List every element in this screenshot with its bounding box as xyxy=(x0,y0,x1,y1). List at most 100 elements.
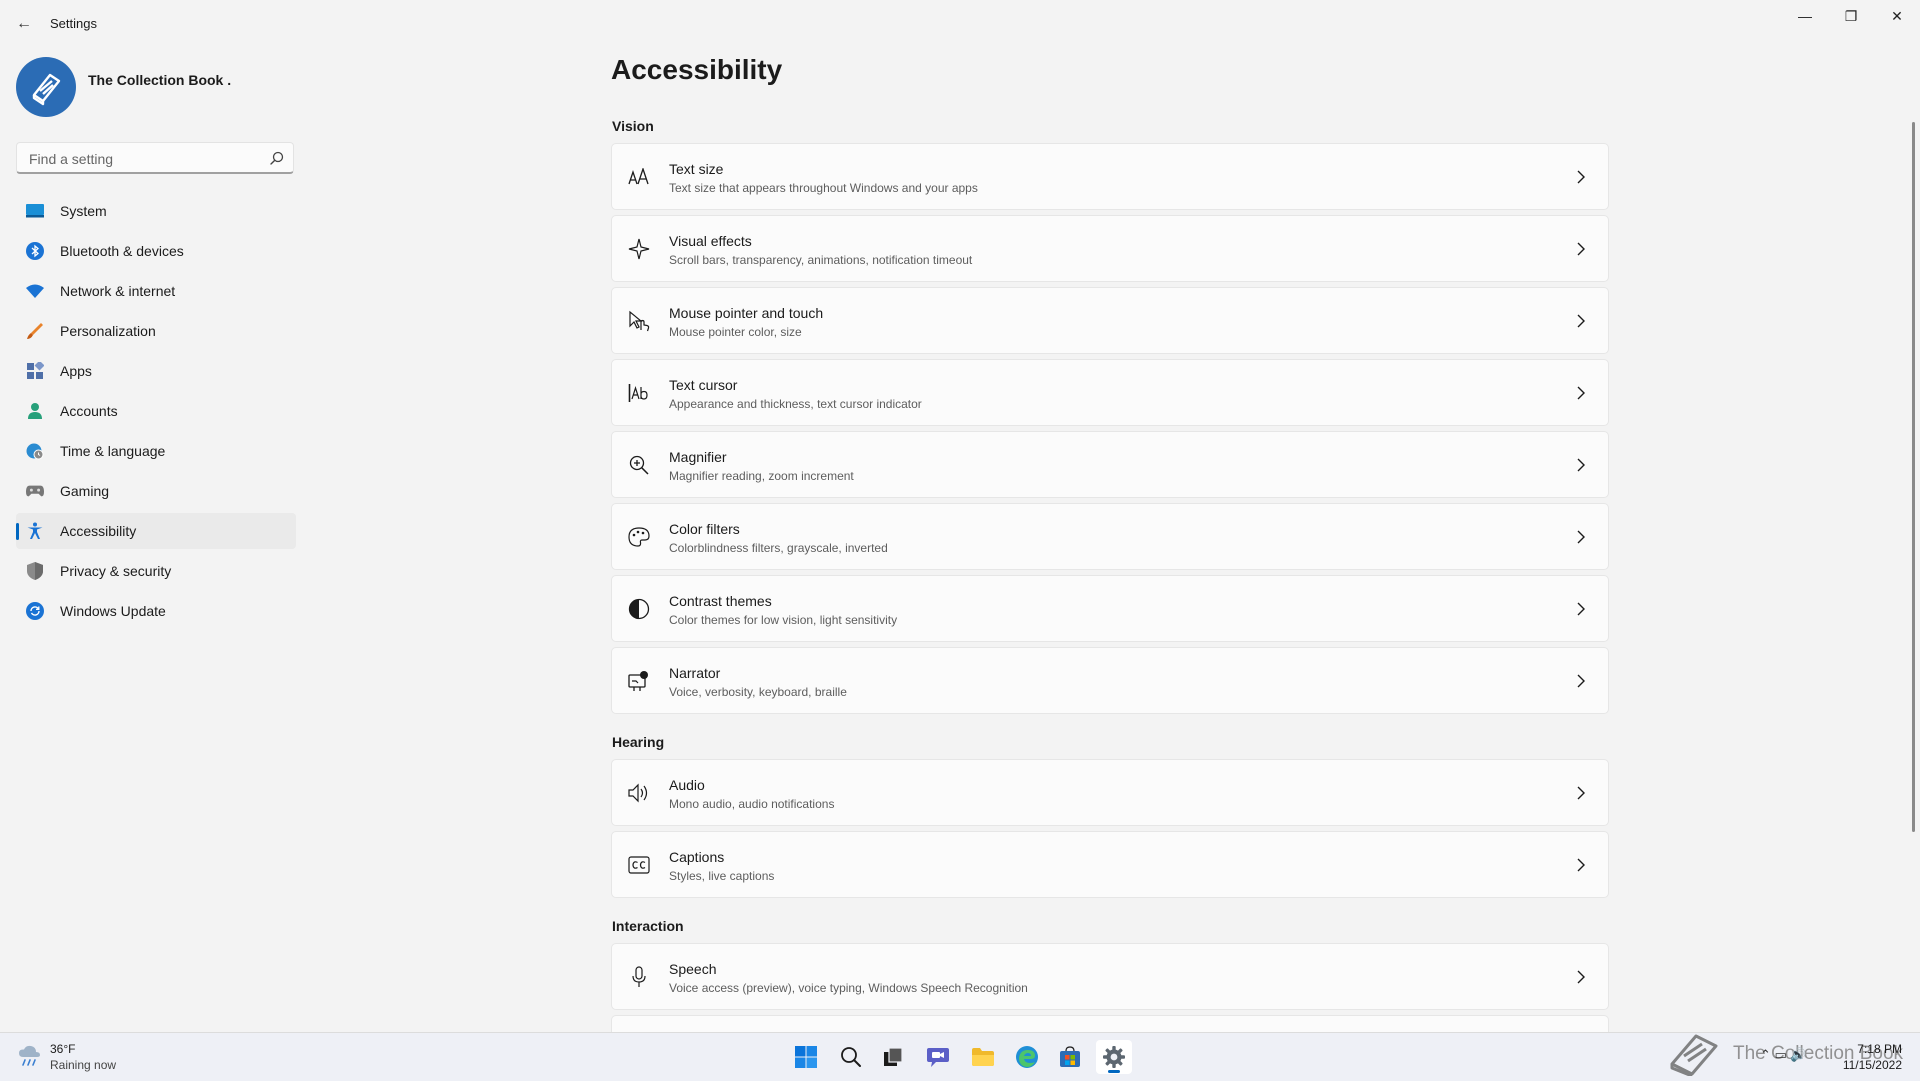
task-view-icon xyxy=(884,1047,903,1066)
text-cursor-icon xyxy=(627,381,651,405)
brush-icon xyxy=(26,322,44,340)
card-subtitle: Voice access (preview), voice typing, Wi… xyxy=(669,981,1028,995)
taskbar-edge-button[interactable] xyxy=(1009,1040,1045,1074)
section-heading-vision: Vision xyxy=(612,118,654,134)
setting-captions[interactable]: Captions Styles, live captions xyxy=(611,831,1609,898)
chevron-right-icon xyxy=(1577,786,1585,800)
card-subtitle: Text size that appears throughout Window… xyxy=(669,181,978,195)
taskbar-settings-button[interactable] xyxy=(1096,1040,1132,1074)
card-title: Color filters xyxy=(669,521,740,537)
sidebar-item-privacy-security[interactable]: Privacy & security xyxy=(16,553,296,589)
sidebar-item-time-language[interactable]: Time & language xyxy=(16,433,296,469)
globe-clock-icon xyxy=(26,442,44,460)
rain-cloud-icon[interactable] xyxy=(17,1043,45,1069)
chevron-right-icon xyxy=(1577,170,1585,184)
card-title: Captions xyxy=(669,849,725,865)
card-title: Narrator xyxy=(669,665,721,681)
sidebar-item-personalization[interactable]: Personalization xyxy=(16,313,296,349)
person-icon xyxy=(26,402,44,420)
scrollbar-thumb[interactable] xyxy=(1912,122,1915,832)
sidebar-item-windows-update[interactable]: Windows Update xyxy=(16,593,296,629)
setting-narrator[interactable]: Narrator Voice, verbosity, keyboard, bra… xyxy=(611,647,1609,714)
weather-description[interactable]: Raining now xyxy=(50,1058,116,1072)
setting-text-size[interactable]: Text size Text size that appears through… xyxy=(611,143,1609,210)
card-title: Speech xyxy=(669,961,717,977)
taskbar-search-button[interactable] xyxy=(833,1040,869,1074)
taskbar-task-view-button[interactable] xyxy=(875,1040,911,1074)
sidebar-item-gaming[interactable]: Gaming xyxy=(16,473,296,509)
setting-visual-effects[interactable]: Visual effects Scroll bars, transparency… xyxy=(611,215,1609,282)
narrator-icon xyxy=(627,669,651,693)
profile-name: The Collection Book . xyxy=(88,72,232,88)
setting-mouse-pointer-touch[interactable]: Mouse pointer and touch Mouse pointer co… xyxy=(611,287,1609,354)
setting-contrast-themes[interactable]: Contrast themes Color themes for low vis… xyxy=(611,575,1609,642)
minimize-button[interactable]: — xyxy=(1782,0,1828,32)
gear-icon xyxy=(1103,1046,1125,1068)
search-box[interactable] xyxy=(16,142,294,174)
card-subtitle: Voice, verbosity, keyboard, braille xyxy=(669,685,847,699)
apps-icon xyxy=(26,362,44,380)
captions-icon xyxy=(627,853,651,877)
restore-button[interactable]: ❐ xyxy=(1828,0,1874,32)
system-tray-icons[interactable]: ⌃ ▭ 🔊 xyxy=(1760,1047,1807,1063)
chevron-right-icon xyxy=(1577,602,1585,616)
sidebar-item-label: Gaming xyxy=(60,483,110,499)
sidebar-item-network-internet[interactable]: Network & internet xyxy=(16,273,296,309)
title-bar: ← Settings — ❐ ✕ xyxy=(0,0,1920,48)
chevron-right-icon xyxy=(1577,458,1585,472)
taskbar-start-button[interactable] xyxy=(788,1040,824,1074)
setting-color-filters[interactable]: Color filters Colorblindness filters, gr… xyxy=(611,503,1609,570)
card-subtitle: Colorblindness filters, grayscale, inver… xyxy=(669,541,888,555)
update-icon xyxy=(26,602,44,620)
avatar[interactable] xyxy=(16,57,76,117)
sidebar-item-bluetooth-devices[interactable]: Bluetooth & devices xyxy=(16,233,296,269)
wifi-icon xyxy=(26,282,44,300)
chevron-right-icon xyxy=(1577,386,1585,400)
card-title: Audio xyxy=(669,777,705,793)
sidebar-item-label: Accounts xyxy=(60,403,118,419)
back-button[interactable]: ← xyxy=(10,10,38,38)
setting-speech[interactable]: Speech Voice access (preview), voice typ… xyxy=(611,943,1609,1010)
search-icon xyxy=(841,1047,861,1067)
card-title: Text cursor xyxy=(669,377,738,393)
text-size-icon xyxy=(627,165,651,189)
setting-audio[interactable]: Audio Mono audio, audio notifications xyxy=(611,759,1609,826)
clock-time[interactable]: 7:18 PM xyxy=(1848,1042,1902,1056)
clock-date[interactable]: 11/15/2022 xyxy=(1842,1058,1902,1072)
gamepad-icon xyxy=(26,482,44,500)
sidebar-item-label: Apps xyxy=(60,363,92,379)
sidebar-item-accessibility[interactable]: Accessibility xyxy=(16,513,296,549)
card-subtitle: Appearance and thickness, text cursor in… xyxy=(669,397,922,411)
card-subtitle: Mouse pointer color, size xyxy=(669,325,802,339)
setting-magnifier[interactable]: Magnifier Magnifier reading, zoom increm… xyxy=(611,431,1609,498)
sidebar-item-label: Bluetooth & devices xyxy=(60,243,184,259)
sidebar-item-accounts[interactable]: Accounts xyxy=(16,393,296,429)
book-icon xyxy=(32,73,61,106)
chevron-right-icon xyxy=(1577,858,1585,872)
card-subtitle: Styles, live captions xyxy=(669,869,775,883)
sidebar-item-label: System xyxy=(60,203,107,219)
search-icon[interactable] xyxy=(269,150,285,166)
section-heading-interaction: Interaction xyxy=(612,918,684,934)
card-subtitle: Mono audio, audio notifications xyxy=(669,797,835,811)
card-subtitle: Scroll bars, transparency, animations, n… xyxy=(669,253,973,267)
sidebar-item-apps[interactable]: Apps xyxy=(16,353,296,389)
card-subtitle: Magnifier reading, zoom increment xyxy=(669,469,854,483)
search-input[interactable] xyxy=(27,148,261,170)
card-title: Visual effects xyxy=(669,233,752,249)
chevron-right-icon xyxy=(1577,970,1585,984)
setting-text-cursor[interactable]: Text cursor Appearance and thickness, te… xyxy=(611,359,1609,426)
taskbar-file-explorer-button[interactable] xyxy=(965,1040,1001,1074)
sidebar-item-system[interactable]: System xyxy=(16,193,296,229)
taskbar xyxy=(0,1032,1920,1081)
weather-temperature[interactable]: 36°F xyxy=(50,1042,75,1056)
accessibility-icon xyxy=(26,522,44,540)
monitor-icon xyxy=(26,202,44,220)
close-button[interactable]: ✕ xyxy=(1874,0,1920,32)
taskbar-chat-button[interactable] xyxy=(920,1040,956,1074)
taskbar-store-button[interactable] xyxy=(1052,1040,1088,1074)
sidebar-item-label: Windows Update xyxy=(60,603,166,619)
setting-card-partial[interactable] xyxy=(611,1015,1609,1032)
windows-logo-icon xyxy=(795,1046,817,1068)
card-title: Text size xyxy=(669,161,724,177)
